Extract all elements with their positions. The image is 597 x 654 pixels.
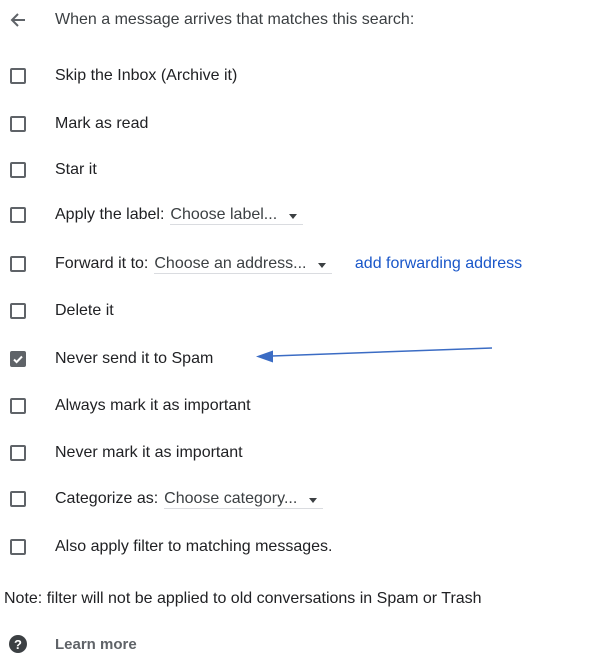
category-select-value: Choose category... <box>164 489 298 507</box>
forward-label: Forward it to: Choose an address... add f… <box>55 255 522 274</box>
never-important-checkbox[interactable] <box>10 445 26 461</box>
apply-matching-label: Also apply filter to matching messages. <box>55 538 333 555</box>
caret-down-icon <box>318 262 327 268</box>
never-important-label: Never mark it as important <box>55 444 243 461</box>
skip-inbox-checkbox[interactable] <box>10 68 26 84</box>
learn-more-link[interactable]: Learn more <box>55 636 137 653</box>
categorize-text: Categorize as: <box>55 489 159 507</box>
add-forwarding-address-link[interactable]: add forwarding address <box>355 255 522 272</box>
label-select-value: Choose label... <box>170 205 278 223</box>
forward-checkbox[interactable] <box>10 256 26 272</box>
check-icon <box>13 355 23 364</box>
help-icon[interactable]: ? <box>9 635 27 653</box>
never-spam-label: Never send it to Spam <box>55 350 214 367</box>
filter-note: Note: filter will not be applied to old … <box>4 590 482 607</box>
label-select[interactable]: Choose label... <box>170 205 304 225</box>
skip-inbox-label: Skip the Inbox (Archive it) <box>55 67 238 84</box>
always-important-checkbox[interactable] <box>10 398 26 414</box>
always-important-label: Always mark it as important <box>55 397 251 414</box>
mark-read-checkbox[interactable] <box>10 116 26 132</box>
back-arrow-icon[interactable] <box>7 9 29 31</box>
forward-address-select[interactable]: Choose an address... <box>154 254 333 274</box>
caret-down-icon <box>289 213 298 219</box>
filter-header: When a message arrives that matches this… <box>55 11 415 28</box>
apply-label-checkbox[interactable] <box>10 207 26 223</box>
star-checkbox[interactable] <box>10 162 26 178</box>
apply-label-label: Apply the label: Choose label... <box>55 205 304 225</box>
forward-text: Forward it to: <box>55 254 149 272</box>
category-select[interactable]: Choose category... <box>164 489 324 509</box>
caret-down-icon <box>309 497 318 503</box>
categorize-checkbox[interactable] <box>10 491 26 507</box>
never-spam-checkbox[interactable] <box>10 351 26 367</box>
apply-matching-checkbox[interactable] <box>10 539 26 555</box>
forward-select-value: Choose an address... <box>154 254 307 272</box>
delete-checkbox[interactable] <box>10 303 26 319</box>
apply-label-text: Apply the label: <box>55 205 165 223</box>
categorize-label: Categorize as: Choose category... <box>55 489 324 509</box>
mark-read-label: Mark as read <box>55 115 149 132</box>
delete-label: Delete it <box>55 302 114 319</box>
star-label: Star it <box>55 161 97 178</box>
